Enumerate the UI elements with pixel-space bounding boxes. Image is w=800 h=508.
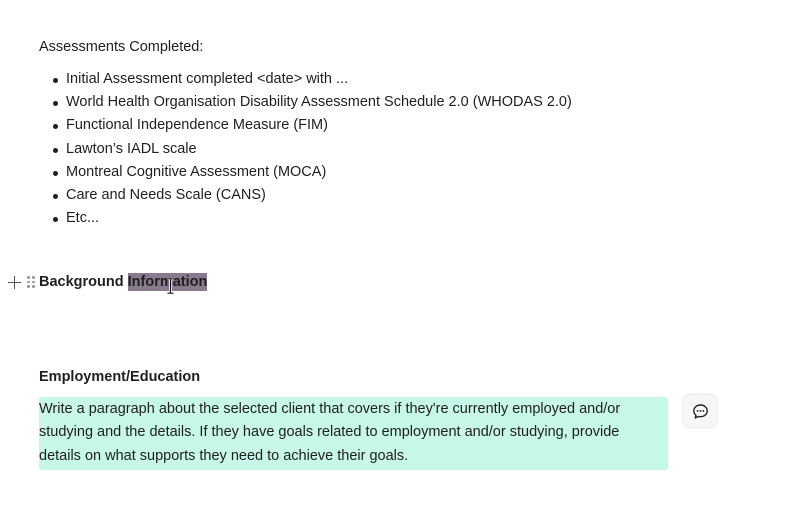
background-heading-row[interactable]: Background Information (39, 270, 208, 294)
paragraph-line: studying and the details. If they have g… (39, 424, 620, 441)
text-cursor-icon (167, 278, 174, 294)
paragraph-line: Write a paragraph about the selected cli… (39, 401, 621, 417)
background-heading[interactable]: Background Information (39, 271, 208, 293)
block-tools (8, 275, 35, 289)
highlighted-paragraph[interactable]: Write a paragraph about the selected cli… (39, 397, 668, 471)
list-item[interactable]: Functional Independence Measure (FIM) (53, 114, 706, 137)
assessments-label: Assessments Completed: (39, 39, 204, 55)
paragraph-line: details on what supports they need to ac… (39, 447, 409, 464)
list-item[interactable]: Etc... (53, 207, 706, 230)
assessments-list: Initial Assessment completed <date> with… (39, 68, 706, 230)
drag-handle-icon[interactable] (27, 276, 35, 288)
list-item[interactable]: Montreal Cognitive Assessment (MOCA) (53, 161, 706, 184)
heading-plain-text: Background (39, 274, 128, 290)
list-item[interactable]: Care and Needs Scale (CANS) (53, 184, 706, 207)
list-item[interactable]: Lawton’s IADL scale (53, 138, 706, 161)
plus-icon[interactable] (8, 275, 21, 289)
employment-heading[interactable]: Employment/Education (39, 368, 200, 386)
list-item[interactable]: World Health Organisation Disability Ass… (53, 91, 706, 114)
comment-icon (692, 403, 708, 419)
list-item[interactable]: Initial Assessment completed <date> with… (53, 68, 706, 91)
add-comment-button[interactable] (684, 395, 716, 427)
